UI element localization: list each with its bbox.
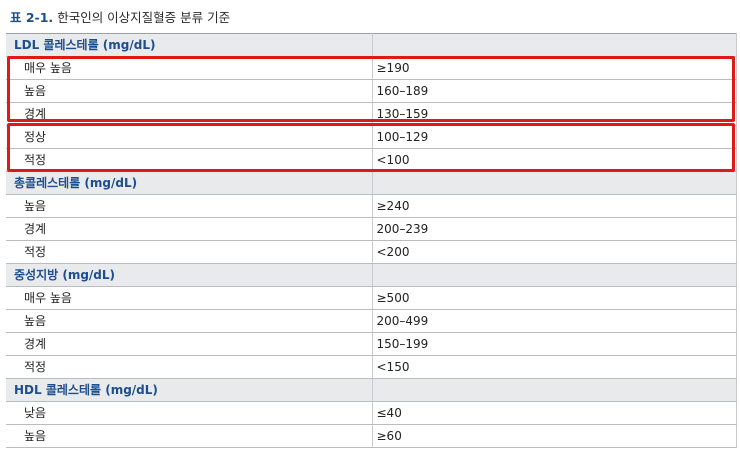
category-cell: 경계	[6, 102, 373, 126]
table-title: 한국인의 이상지질혈증 분류 기준	[57, 10, 231, 25]
table-row: 정상 100–129	[6, 125, 737, 149]
table-row: 높음 200–499	[6, 309, 737, 333]
category-cell: 높음	[6, 79, 373, 103]
section-header-ldl: LDL 콜레스테롤 (mg/dL)	[6, 33, 737, 57]
table-row: 높음 ≥240	[6, 194, 737, 218]
value-cell: 160–189	[372, 79, 737, 103]
section-header-hdl: HDL 콜레스테롤 (mg/dL)	[6, 378, 737, 402]
value-cell: ≤40	[372, 401, 737, 425]
category-cell: 적정	[6, 148, 373, 172]
table-row: 경계 130–159	[6, 102, 737, 126]
value-cell: 150–199	[372, 332, 737, 356]
category-cell: 경계	[6, 217, 373, 241]
category-cell: 높음	[6, 309, 373, 333]
value-cell: 130–159	[372, 102, 737, 126]
classification-table: LDL 콜레스테롤 (mg/dL) 매우 높음 ≥190 높음 160–189 …	[6, 33, 737, 448]
value-cell: ≥500	[372, 286, 737, 310]
category-cell: 적정	[6, 355, 373, 379]
value-cell: <200	[372, 240, 737, 264]
section-title: 중성지방 (mg/dL)	[6, 263, 373, 287]
section-title: HDL 콜레스테롤 (mg/dL)	[6, 378, 373, 402]
table-row: 높음 ≥60	[6, 424, 737, 448]
category-cell: 경계	[6, 332, 373, 356]
section-title: LDL 콜레스테롤 (mg/dL)	[6, 33, 373, 57]
category-cell: 정상	[6, 125, 373, 149]
table-row: 경계 150–199	[6, 332, 737, 356]
table-caption: 표 2-1. 한국인의 이상지질혈증 분류 기준	[10, 7, 230, 26]
table-row: 매우 높음 ≥500	[6, 286, 737, 310]
section-title: 총콜레스테롤 (mg/dL)	[6, 171, 373, 195]
section-header-triglycerides: 중성지방 (mg/dL)	[6, 263, 737, 287]
table-row: 경계 200–239	[6, 217, 737, 241]
value-cell: ≥240	[372, 194, 737, 218]
value-cell: 100–129	[372, 125, 737, 149]
table-number: 표 2-1.	[10, 10, 54, 25]
category-cell: 적정	[6, 240, 373, 264]
table-row: 적정 <150	[6, 355, 737, 379]
value-cell: <100	[372, 148, 737, 172]
category-cell: 높음	[6, 424, 373, 448]
table-row: 적정 <100	[6, 148, 737, 172]
value-cell: ≥190	[372, 56, 737, 80]
table-row: 적정 <200	[6, 240, 737, 264]
section-header-total-cholesterol: 총콜레스테롤 (mg/dL)	[6, 171, 737, 195]
value-cell: 200–239	[372, 217, 737, 241]
table-row: 매우 높음 ≥190	[6, 56, 737, 80]
category-cell: 매우 높음	[6, 56, 373, 80]
table-row: 높음 160–189	[6, 79, 737, 103]
category-cell: 높음	[6, 194, 373, 218]
value-cell: 200–499	[372, 309, 737, 333]
category-cell: 낮음	[6, 401, 373, 425]
table-row: 낮음 ≤40	[6, 401, 737, 425]
value-cell: <150	[372, 355, 737, 379]
category-cell: 매우 높음	[6, 286, 373, 310]
value-cell: ≥60	[372, 424, 737, 448]
